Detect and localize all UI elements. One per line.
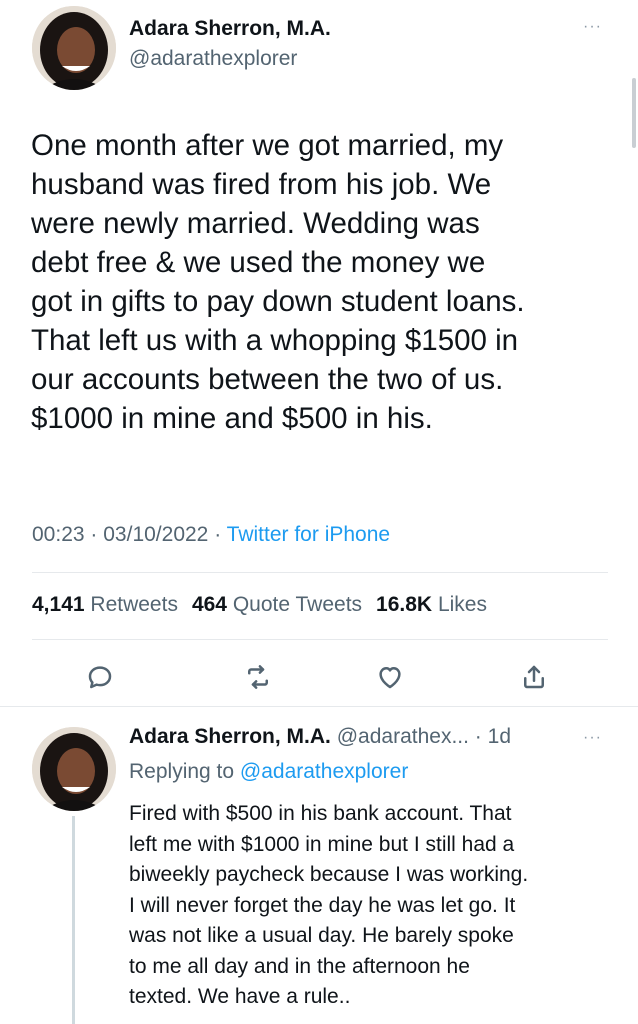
reply-text-line: texted. We have a rule..: [129, 985, 351, 1008]
separator-dot: ·: [474, 725, 482, 748]
quote-tweets-count: 464: [191, 593, 227, 616]
reply-author-name[interactable]: Adara Sherron, M.A.: [129, 725, 331, 748]
replying-to-label: Replying to: [129, 760, 235, 783]
retweets-count: 4,141: [32, 593, 85, 616]
tweet-text-line: our accounts between the two of us.: [31, 363, 504, 396]
share-icon: [524, 665, 544, 689]
quote-tweets-stat[interactable]: 464 Quote Tweets: [192, 593, 362, 616]
avatar[interactable]: [32, 6, 116, 90]
replying-to: Replying to @adarathexplorer: [129, 760, 408, 784]
share-button[interactable]: [517, 660, 551, 694]
quote-tweets-label: Quote Tweets: [232, 593, 363, 616]
divider: [32, 572, 608, 573]
scrollbar[interactable]: [632, 78, 636, 148]
tweet-date[interactable]: 03/10/2022: [103, 523, 208, 546]
reply-text-line: I will never forget the day he was let g…: [129, 893, 516, 917]
reply-text-line: left me with $1000 in mine but I still h…: [129, 832, 515, 856]
tweet-metadata: 00:23 · 03/10/2022 · Twitter for iPhone: [32, 523, 390, 547]
tweet-text-line: got in gifts to pay down student loans.: [31, 285, 525, 318]
tweet-stats: 4,141 Retweets 464 Quote Tweets 16.8K Like…: [32, 593, 487, 617]
reply-text-line: was not like a usual day. He barely spok…: [129, 924, 514, 947]
tweet-text: One month after we got married, my husba…: [31, 126, 621, 438]
likes-label: Likes: [437, 593, 487, 616]
retweets-label: Retweets: [90, 593, 178, 616]
tweet-time[interactable]: 00:23: [32, 523, 85, 546]
reply-time[interactable]: 1d: [488, 725, 511, 748]
thread-connector-line: [72, 816, 75, 1024]
reply-text-line: to me all day and in the afternoon he: [129, 954, 470, 978]
retweets-stat[interactable]: 4,141 Retweets: [32, 593, 178, 616]
heart-icon: [379, 667, 401, 689]
avatar-photo: [32, 6, 116, 90]
avatar-photo: [32, 727, 116, 811]
replying-to-handle[interactable]: @adarathexplorer: [240, 760, 408, 783]
main-tweet: Adara Sherron, M.A. @adarathexplorer ···…: [0, 0, 638, 706]
likes-stat[interactable]: 16.8K Likes: [376, 593, 487, 616]
section-divider: [0, 706, 638, 707]
tweet-text-line: debt free & we used the money we: [31, 246, 486, 279]
reply-button[interactable]: [83, 660, 117, 694]
retweet-icon: [248, 665, 268, 689]
reply-avatar[interactable]: [32, 727, 116, 811]
retweet-button[interactable]: [241, 660, 275, 694]
tweet-text-line: That left us with a whopping $1500 in: [31, 324, 519, 357]
more-options-icon[interactable]: ···: [583, 730, 602, 746]
reply-text-line: Fired with $500 in his bank account. Tha…: [129, 802, 512, 825]
reply-author-handle[interactable]: @adarathex...: [337, 725, 469, 748]
tweet-text-line: $1000 in mine and $500 in his.: [31, 402, 433, 435]
separator-dot: ·: [90, 523, 98, 546]
more-options-icon[interactable]: ···: [583, 19, 602, 35]
tweet-text-line: One month after we got married, my: [31, 129, 504, 162]
reply-icon: [88, 666, 112, 689]
likes-count: 16.8K: [376, 593, 433, 616]
like-button[interactable]: [373, 660, 407, 694]
tweet-text-line: were newly married. Wedding was: [31, 207, 480, 240]
separator-dot: ·: [214, 523, 222, 546]
reply-text[interactable]: Fired with $500 in his bank account. Tha…: [129, 799, 619, 1013]
tweet-detail-screen: Adara Sherron, M.A. @adarathexplorer ···…: [0, 0, 638, 1024]
reply-text-line: biweekly paycheck because I was working.: [129, 863, 529, 886]
tweet-text-line: husband was fired from his job. We: [31, 168, 492, 201]
author-handle[interactable]: @adarathexplorer: [129, 47, 297, 71]
author-display-name[interactable]: Adara Sherron, M.A.: [129, 17, 331, 41]
reply-header: Adara Sherron, M.A. @adarathex... · 1d: [129, 725, 511, 749]
divider: [32, 639, 608, 640]
tweet-source-link[interactable]: Twitter for iPhone: [227, 523, 390, 546]
